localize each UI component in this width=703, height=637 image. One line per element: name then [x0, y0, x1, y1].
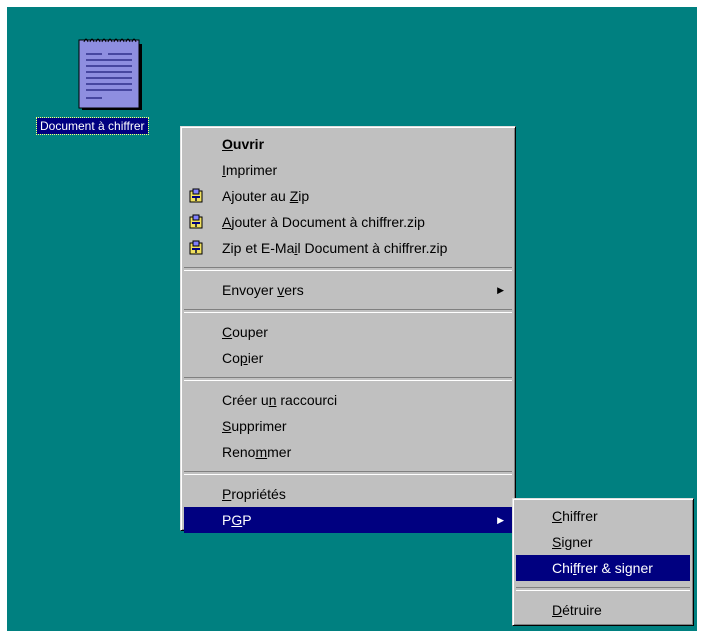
menu-item-label: Zip et E-Mail Document à chiffrer.zip: [222, 240, 448, 256]
menu-item-ajouter-au-zip[interactable]: Ajouter au Zip: [184, 183, 512, 209]
menu-separator: [184, 309, 512, 313]
menu-item-detruire[interactable]: Détruire: [516, 597, 690, 623]
menu-item-label: Supprimer: [222, 418, 287, 434]
pgp-submenu: Chiffrer Signer Chiffrer & signer Détruire: [512, 498, 694, 626]
menu-item-label: Renommer: [222, 444, 292, 460]
menu-item-couper[interactable]: Couper: [184, 319, 512, 345]
notepad-document-icon[interactable]: [78, 34, 144, 114]
menu-item-label: Chiffrer: [552, 508, 598, 524]
desktop[interactable]: Document à chiffrer Ouvrir Imprimer Ajoute…: [7, 7, 697, 631]
menu-item-ouvrir[interactable]: Ouvrir: [184, 131, 512, 157]
menu-separator: [184, 471, 512, 475]
menu-item-supprimer[interactable]: Supprimer: [184, 413, 512, 439]
menu-item-label: Ajouter à Document à chiffrer.zip: [222, 214, 425, 230]
menu-item-chiffrer[interactable]: Chiffrer: [516, 503, 690, 529]
menu-item-label: Créer un raccourci: [222, 392, 338, 408]
menu-item-chiffrer-signer[interactable]: Chiffrer & signer: [516, 555, 690, 581]
menu-item-label: Chiffrer & signer: [552, 560, 653, 576]
desktop-icon-label[interactable]: Document à chiffrer: [36, 117, 149, 135]
menu-item-label: Détruire: [552, 602, 602, 618]
menu-item-imprimer[interactable]: Imprimer: [184, 157, 512, 183]
context-menu: Ouvrir Imprimer Ajouter au Zip Ajouter à Do…: [180, 126, 516, 533]
menu-item-label: PGP: [222, 512, 252, 528]
submenu-arrow-icon: ▶: [497, 285, 504, 295]
menu-separator: [184, 267, 512, 271]
menu-item-label: Imprimer: [222, 162, 278, 178]
menu-item-pgp[interactable]: PGP ▶: [184, 507, 512, 533]
menu-item-label: Ajouter au Zip: [222, 188, 310, 204]
menu-item-proprietes[interactable]: Propriétés: [184, 481, 512, 507]
menu-item-copier[interactable]: Copier: [184, 345, 512, 371]
menu-separator: [184, 377, 512, 381]
menu-item-label: Ouvrir: [222, 136, 265, 152]
menu-item-creer-un-raccourci[interactable]: Créer un raccourci: [184, 387, 512, 413]
menu-item-signer[interactable]: Signer: [516, 529, 690, 555]
menu-separator: [516, 587, 690, 591]
menu-item-ajouter-a-document-a-chiffrer-zip[interactable]: Ajouter à Document à chiffrer.zip: [184, 209, 512, 235]
menu-item-label: Envoyer vers: [222, 282, 304, 298]
menu-item-label: Propriétés: [222, 486, 286, 502]
menu-item-envoyer-vers[interactable]: Envoyer vers ▶: [184, 277, 512, 303]
menu-item-zip-et-e-mail-document-a-chiffrer-zip[interactable]: Zip et E-Mail Document à chiffrer.zip: [184, 235, 512, 261]
menu-item-label: Couper: [222, 324, 268, 340]
submenu-arrow-icon: ▶: [497, 515, 504, 525]
menu-item-label: Signer: [552, 534, 593, 550]
menu-item-renommer[interactable]: Renommer: [184, 439, 512, 465]
menu-item-label: Copier: [222, 350, 264, 366]
